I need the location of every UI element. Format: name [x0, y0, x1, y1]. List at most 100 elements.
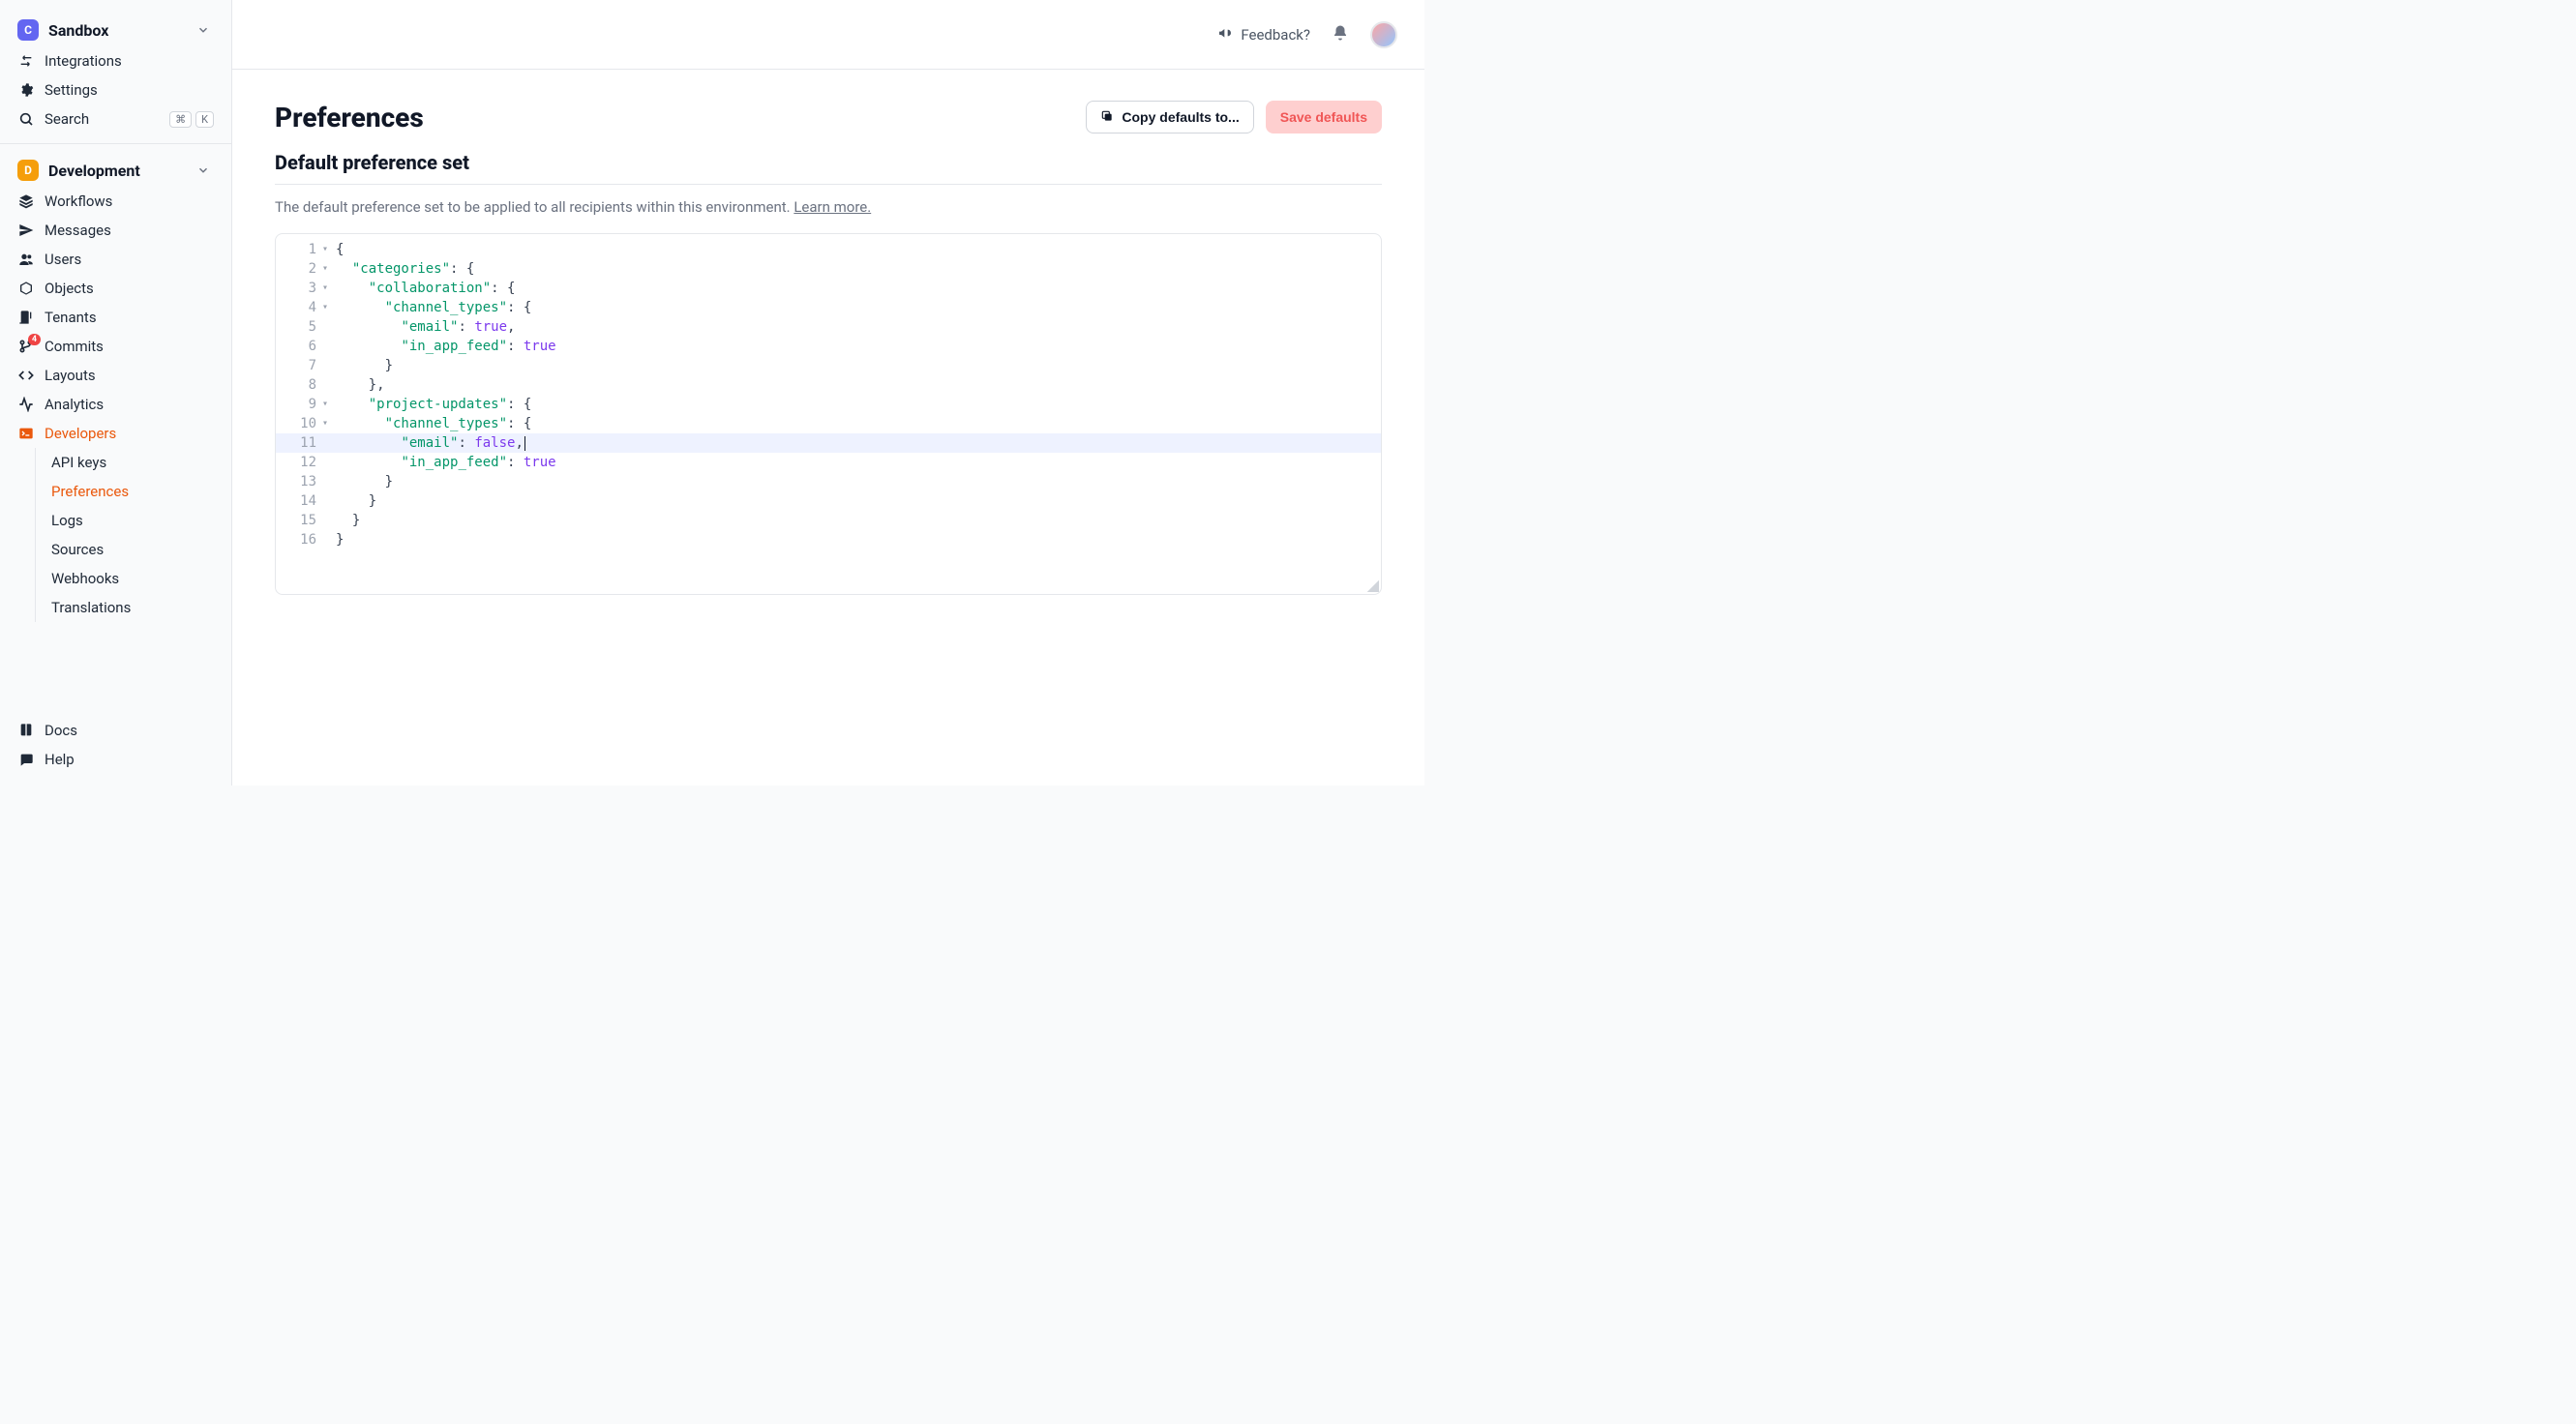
editor-line[interactable]: 7 } [276, 356, 1381, 375]
nav-users[interactable]: Users [12, 245, 220, 274]
nav-developers[interactable]: Developers [12, 419, 220, 448]
line-number: 1 [276, 240, 318, 259]
nav-integrations[interactable]: Integrations [12, 46, 220, 75]
line-number: 16 [276, 530, 318, 549]
fold-toggle[interactable]: ▾ [318, 240, 332, 259]
sidebar: C Sandbox Integrations Settings Search [0, 0, 232, 786]
code-content: "channel_types": { [332, 298, 1381, 317]
nav-settings[interactable]: Settings [12, 75, 220, 104]
subnav-webhooks[interactable]: Webhooks [36, 564, 220, 593]
editor-line[interactable]: 6 "in_app_feed": true [276, 337, 1381, 356]
chevron-down-icon [193, 160, 214, 181]
search-icon [17, 110, 35, 128]
nav-workflows[interactable]: Workflows [12, 187, 220, 216]
users-icon [17, 251, 35, 268]
chevron-down-icon [193, 19, 214, 41]
nav-label: Developers [45, 425, 116, 442]
line-number: 8 [276, 375, 318, 395]
activity-icon [17, 396, 35, 413]
main: Feedback? Preferences Copy defaults to..… [232, 0, 1424, 786]
line-number: 13 [276, 472, 318, 491]
subnav-api-keys[interactable]: API keys [36, 448, 220, 477]
resize-handle[interactable] [1367, 580, 1379, 592]
developers-subnav: API keys Preferences Logs Sources Webhoo… [35, 448, 220, 622]
editor-line[interactable]: 1▾{ [276, 240, 1381, 259]
nav-objects[interactable]: Objects [12, 274, 220, 303]
commits-count-badge: 4 [28, 334, 41, 345]
fold-toggle[interactable]: ▾ [318, 298, 332, 317]
editor-line[interactable]: 8 }, [276, 375, 1381, 395]
environment-switcher[interactable]: D Development [12, 154, 220, 187]
nav-label: Tenants [45, 309, 97, 326]
nav-label: Objects [45, 280, 94, 297]
line-number: 2 [276, 259, 318, 279]
nav-help[interactable]: Help [12, 745, 220, 774]
nav-label: Layouts [45, 367, 96, 384]
search-shortcut: ⌘ K [169, 111, 214, 128]
nav-messages[interactable]: Messages [12, 216, 220, 245]
editor-line[interactable]: 4▾ "channel_types": { [276, 298, 1381, 317]
copy-defaults-button[interactable]: Copy defaults to... [1086, 101, 1253, 134]
building-icon [17, 309, 35, 326]
code-content: } [332, 472, 1381, 491]
nav-label: Workflows [45, 193, 112, 210]
learn-more-link[interactable]: Learn more. [794, 198, 871, 216]
code-content: { [332, 240, 1381, 259]
code-content: "email": false, [332, 433, 1381, 453]
code-content: } [332, 491, 1381, 511]
editor-line[interactable]: 15 } [276, 511, 1381, 530]
code-content: "in_app_feed": true [332, 453, 1381, 472]
nav-tenants[interactable]: Tenants [12, 303, 220, 332]
gear-icon [17, 81, 35, 99]
workspace-switcher[interactable]: C Sandbox [12, 14, 220, 46]
button-label: Save defaults [1280, 109, 1367, 125]
fold-toggle[interactable]: ▾ [318, 259, 332, 279]
code-content: "email": true, [332, 317, 1381, 337]
nav-layouts[interactable]: Layouts [12, 361, 220, 390]
editor-line[interactable]: 14 } [276, 491, 1381, 511]
text-cursor [524, 436, 525, 451]
fold-toggle[interactable]: ▾ [318, 395, 332, 414]
subnav-translations[interactable]: Translations [36, 593, 220, 622]
fold-toggle[interactable]: ▾ [318, 279, 332, 298]
line-number: 4 [276, 298, 318, 317]
json-editor[interactable]: 1▾{2▾ "categories": {3▾ "collaboration":… [275, 233, 1382, 595]
subnav-preferences[interactable]: Preferences [36, 477, 220, 506]
editor-line[interactable]: 11 "email": false, [276, 433, 1381, 453]
arrows-icon [17, 52, 35, 70]
editor-line[interactable]: 12 "in_app_feed": true [276, 453, 1381, 472]
nav-commits[interactable]: 4 Commits [12, 332, 220, 361]
code-content: } [332, 511, 1381, 530]
line-number: 10 [276, 414, 318, 433]
branch-icon: 4 [17, 338, 35, 355]
editor-line[interactable]: 5 "email": true, [276, 317, 1381, 337]
fold-toggle[interactable]: ▾ [318, 414, 332, 433]
editor-line[interactable]: 13 } [276, 472, 1381, 491]
environment-badge: D [17, 160, 39, 181]
editor-line[interactable]: 16} [276, 530, 1381, 549]
save-defaults-button[interactable]: Save defaults [1266, 101, 1382, 134]
code-content: "categories": { [332, 259, 1381, 279]
editor-line[interactable]: 2▾ "categories": { [276, 259, 1381, 279]
nav-label: Users [45, 251, 81, 268]
line-number: 5 [276, 317, 318, 337]
terminal-icon [17, 425, 35, 442]
nav-analytics[interactable]: Analytics [12, 390, 220, 419]
subnav-logs[interactable]: Logs [36, 506, 220, 535]
layers-icon [17, 193, 35, 210]
editor-line[interactable]: 9▾ "project-updates": { [276, 395, 1381, 414]
book-icon [17, 722, 35, 739]
workspace-name: Sandbox [48, 21, 183, 40]
page-header: Preferences Copy defaults to... Save def… [275, 101, 1382, 134]
nav-docs[interactable]: Docs [12, 716, 220, 745]
subnav-sources[interactable]: Sources [36, 535, 220, 564]
chat-icon [17, 751, 35, 768]
notifications-button[interactable] [1332, 24, 1349, 45]
feedback-button[interactable]: Feedback? [1217, 25, 1310, 44]
nav-search[interactable]: Search ⌘ K [12, 104, 220, 134]
avatar[interactable] [1370, 21, 1397, 48]
code-content: } [332, 530, 1381, 549]
editor-line[interactable]: 3▾ "collaboration": { [276, 279, 1381, 298]
editor-line[interactable]: 10▾ "channel_types": { [276, 414, 1381, 433]
cube-icon [17, 280, 35, 297]
